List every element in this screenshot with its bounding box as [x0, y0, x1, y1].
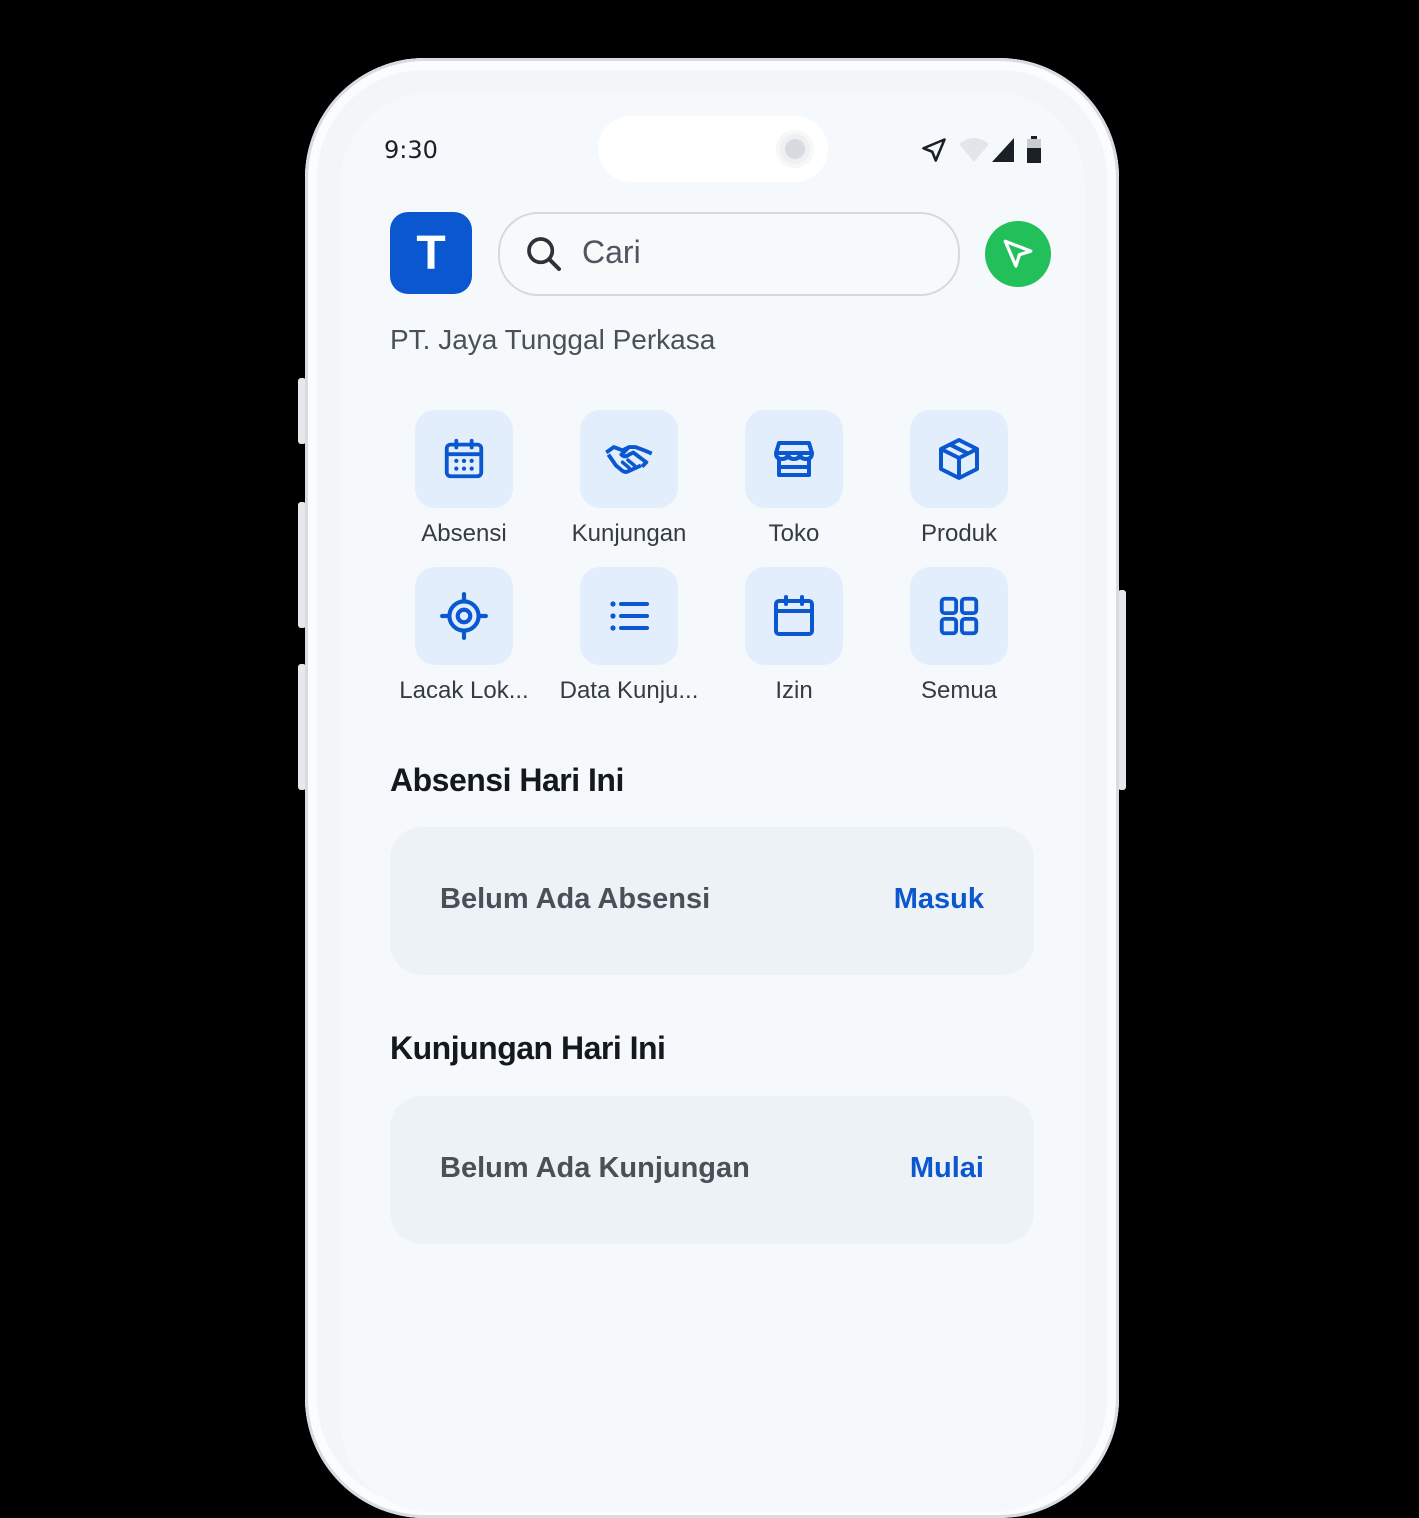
- handshake-icon: [605, 445, 653, 474]
- calendar-grid-icon: [444, 438, 484, 479]
- menu-item-data-kunjungan[interactable]: Data Kunju...: [549, 567, 709, 705]
- grid-icon: [939, 596, 979, 636]
- menu-tile: [580, 567, 678, 665]
- wifi-icon: [959, 138, 989, 162]
- company-logo[interactable]: T: [390, 212, 472, 294]
- menu-item-semua[interactable]: Semua: [879, 567, 1039, 705]
- power-button: [1118, 590, 1126, 790]
- search-icon: [527, 237, 561, 271]
- menu-label: Kunjungan: [571, 520, 687, 547]
- menu-tile: [415, 410, 513, 508]
- box-icon: [939, 438, 979, 480]
- menu-item-toko[interactable]: Toko: [714, 410, 874, 548]
- camera-icon: [776, 130, 814, 168]
- calendar-icon: [774, 595, 814, 636]
- crosshair-icon: [440, 592, 488, 640]
- search-input[interactable]: Cari: [498, 212, 960, 296]
- menu-item-izin[interactable]: Izin: [714, 567, 874, 705]
- menu-label: Absensi: [421, 520, 507, 547]
- search-placeholder: Cari: [582, 234, 641, 270]
- app-screen: 9:30 T Cari PT. Jaya Tunggal Perkasa Abs…: [340, 92, 1085, 1512]
- menu-tile: [415, 567, 513, 665]
- menu-tile: [910, 567, 1008, 665]
- menu-label: Semua: [920, 677, 998, 704]
- store-icon: [774, 441, 814, 477]
- visits-card: Belum Ada Kunjungan Mulai: [390, 1096, 1034, 1244]
- menu-item-absensi[interactable]: Absensi: [384, 410, 544, 548]
- start-visit-button[interactable]: Mulai: [910, 1152, 984, 1185]
- visits-empty-text: Belum Ada Kunjungan: [440, 1152, 750, 1184]
- menu-item-kunjungan[interactable]: Kunjungan: [549, 410, 709, 548]
- menu-label: Toko: [768, 520, 820, 547]
- company-name: PT. Jaya Tunggal Perkasa: [390, 324, 716, 355]
- menu-tile: [910, 410, 1008, 508]
- attendance-title: Absensi Hari Ini: [390, 762, 624, 798]
- list-icon: [610, 601, 649, 631]
- attendance-empty-text: Belum Ada Absensi: [440, 883, 711, 915]
- battery-icon: [1027, 136, 1041, 163]
- visits-title: Kunjungan Hari Ini: [390, 1030, 666, 1066]
- check-in-button[interactable]: Masuk: [894, 883, 984, 916]
- send-icon: [1003, 239, 1033, 268]
- menu-tile: [745, 567, 843, 665]
- menu-tile: [580, 410, 678, 508]
- menu-label: Data Kunju...: [559, 677, 699, 704]
- menu-label: Izin: [775, 677, 813, 704]
- cell-signal-icon: [992, 138, 1014, 162]
- menu-tile: [745, 410, 843, 508]
- menu-item-lacak-lokasi[interactable]: Lacak Lok...: [384, 567, 544, 705]
- menu-label: Lacak Lok...: [399, 677, 529, 704]
- attendance-card: Belum Ada Absensi Masuk: [390, 827, 1034, 975]
- status-time: 9:30: [384, 136, 438, 164]
- location-arrow-icon: [922, 138, 946, 162]
- send-location-button[interactable]: [985, 221, 1051, 287]
- dynamic-island: [598, 116, 828, 182]
- menu-label: Produk: [920, 520, 998, 547]
- menu-item-produk[interactable]: Produk: [879, 410, 1039, 548]
